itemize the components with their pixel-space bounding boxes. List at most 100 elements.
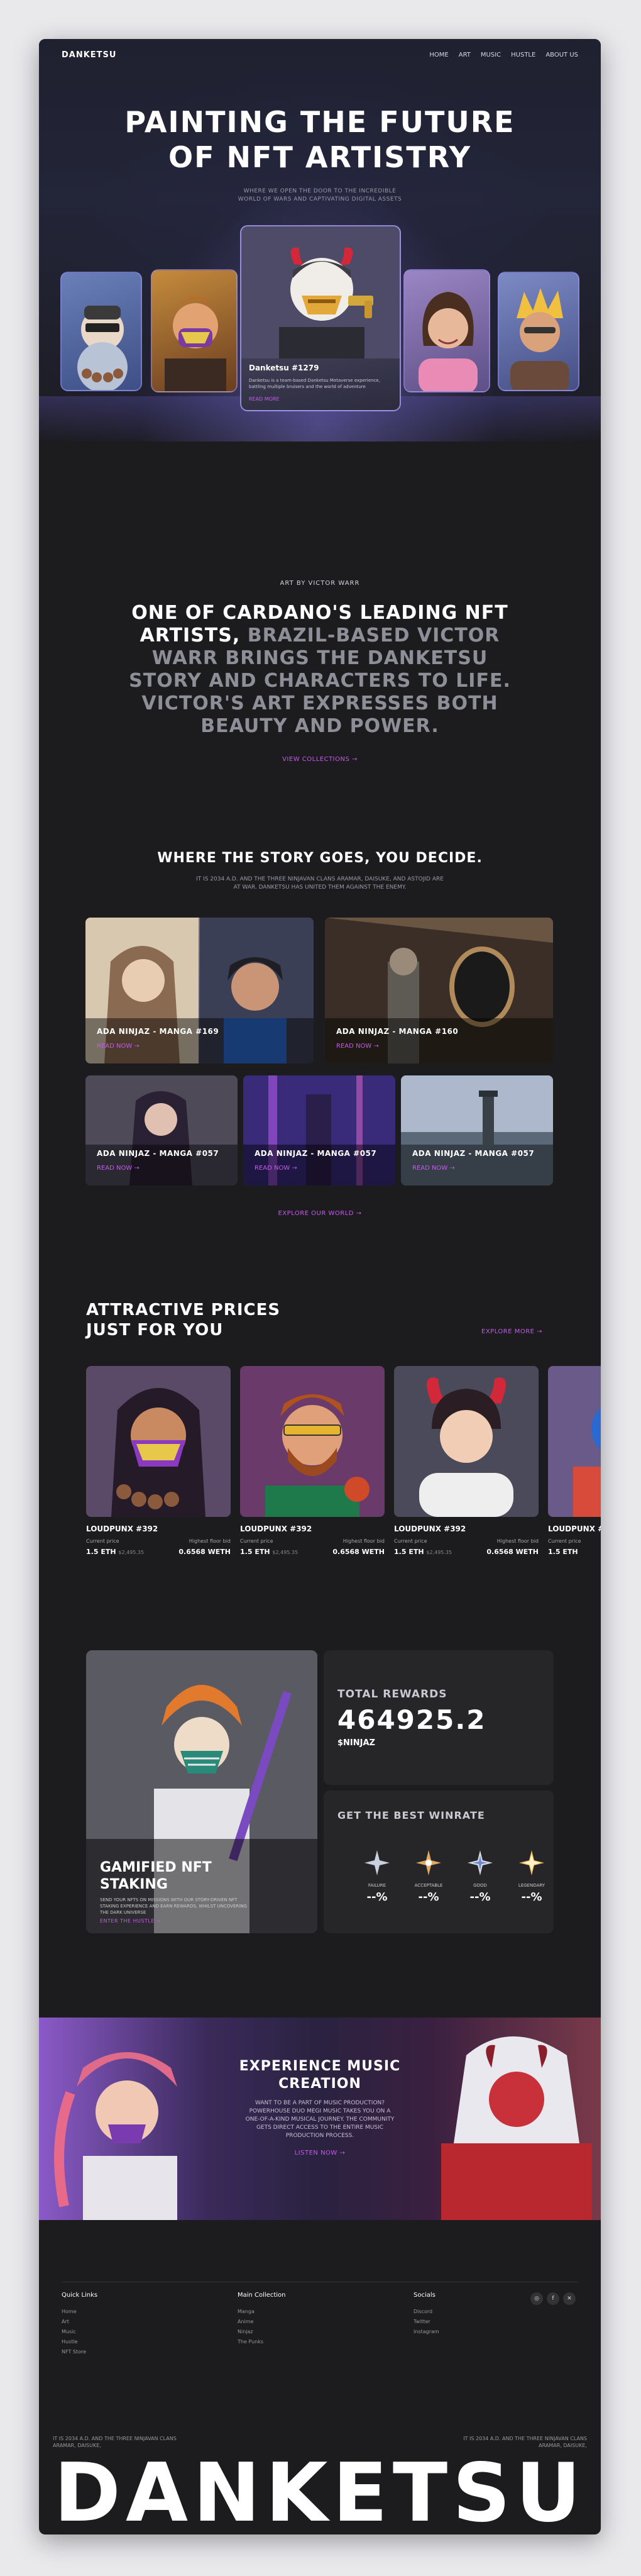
footer-heading: Main Collection xyxy=(238,2292,286,2299)
nft-image xyxy=(548,1366,601,1517)
current-price: 1.5 ETH xyxy=(394,1548,424,1556)
story-card-title: ADA NINJAZ - MANGA #057 xyxy=(255,1149,377,1158)
music-title: EXPERIENCE MUSIC CREATION xyxy=(39,2058,601,2093)
explore-more-link[interactable]: EXPLORE MORE → xyxy=(481,1328,542,1335)
twitter-icon[interactable]: ✕ xyxy=(563,2292,576,2305)
story-card-read-now[interactable]: READ NOW → xyxy=(97,1165,140,1172)
rank-name: ACCEPTABLE xyxy=(414,1883,443,1888)
manga-art xyxy=(85,918,314,1063)
top-nav: HOME ART MUSIC HUSTLE ABOUT US xyxy=(429,52,578,58)
hero-title-line2: OF NFT ARTISTRY xyxy=(168,140,472,174)
footer-link[interactable]: Ninjaz xyxy=(238,2329,286,2334)
star-icon xyxy=(519,1850,544,1875)
hero-card-5[interactable] xyxy=(498,272,579,391)
hero-card-featured[interactable]: Danketsu #1279 Danketsu is a team-based … xyxy=(240,225,401,411)
current-price-label: Current price xyxy=(86,1538,119,1544)
character-art xyxy=(165,297,226,391)
story-card-read-now[interactable]: READ NOW → xyxy=(336,1043,379,1050)
story-card-5[interactable]: ADA NINJAZ - MANGA #057 READ NOW → xyxy=(401,1075,553,1185)
instagram-icon[interactable]: ◎ xyxy=(530,2292,543,2305)
featured-desc: Danketsu is a team-based Danketsu Metave… xyxy=(249,378,380,389)
nft-title: LOUDPUNX #392 xyxy=(394,1524,466,1533)
nav-art[interactable]: ART xyxy=(459,52,471,58)
current-price-label: Current price xyxy=(394,1538,427,1544)
footer-link[interactable]: NFT Store xyxy=(62,2349,97,2355)
story-subtitle: IT IS 2034 A.D. AND THE THREE NINJAVAN C… xyxy=(39,875,601,892)
story-card-title: ADA NINJAZ - MANGA #057 xyxy=(412,1149,535,1158)
character-art xyxy=(265,1394,370,1517)
footer-heading: Socials xyxy=(414,2292,436,2299)
story-card-read-now[interactable]: READ NOW → xyxy=(97,1043,140,1050)
story-card-title: ADA NINJAZ - MANGA #169 xyxy=(97,1027,219,1036)
staking-title-line1: GAMIFIED NFT xyxy=(100,1860,212,1875)
story-card-3[interactable]: ADA NINJAZ - MANGA #057 READ NOW → xyxy=(85,1075,238,1185)
price-card-3[interactable]: LOUDPUNX #392 Current price Highest floor… xyxy=(394,1366,539,1556)
hero-subtitle-line1: WHERE WE OPEN THE DOOR TO THE INCREDIBLE xyxy=(243,188,397,194)
current-price-label: Current price xyxy=(240,1538,273,1544)
nav-home[interactable]: HOME xyxy=(429,52,448,58)
nft-title: LOUDPUNX #392 xyxy=(240,1524,312,1533)
listen-now-link[interactable]: LISTEN NOW → xyxy=(39,2150,601,2157)
explore-world-link[interactable]: EXPLORE OUR WORLD → xyxy=(39,1210,601,1217)
footer-link[interactable]: Art xyxy=(62,2319,97,2324)
floor-bid: 0.6568 WETH xyxy=(486,1548,539,1556)
character-art xyxy=(111,1388,205,1517)
nav-about-us[interactable]: ABOUT US xyxy=(545,52,578,58)
current-price: 1.5 ETH xyxy=(86,1548,116,1556)
star-icon xyxy=(468,1850,493,1875)
star-icon xyxy=(364,1850,390,1875)
floor-bid-label: Highest floor bid xyxy=(342,1538,385,1544)
story-card-4[interactable]: ADA NINJAZ - MANGA #057 READ NOW → xyxy=(243,1075,395,1185)
footer-link[interactable]: Discord xyxy=(414,2309,439,2314)
story-card-read-now[interactable]: READ NOW → xyxy=(255,1165,297,1172)
prices-title-line2: JUST FOR YOU xyxy=(86,1321,224,1340)
featured-read-more[interactable]: READ MORE xyxy=(249,396,280,402)
footer-link[interactable]: Home xyxy=(62,2309,97,2314)
music-title-line1: EXPERIENCE MUSIC xyxy=(239,2058,401,2074)
hero-card-1[interactable] xyxy=(60,272,142,391)
nav-hustle[interactable]: HUSTLE xyxy=(511,52,535,58)
story-card-title: ADA NINJAZ - MANGA #160 xyxy=(336,1027,459,1036)
price-card-4[interactable]: LOUDPUNX # Current price 1.5 ETH xyxy=(548,1366,601,1556)
story-title: WHERE THE STORY GOES, YOU DECIDE. xyxy=(157,850,483,866)
story-subtitle-line2: AT WAR. DANKETSU HAS UNITED THEM AGAINST… xyxy=(233,884,407,891)
legal-line: IT IS 2034 A.D. AND THE THREE NINJAVAN C… xyxy=(463,2436,587,2441)
music-art-right xyxy=(441,2036,592,2220)
nft-image xyxy=(394,1366,539,1517)
character-art xyxy=(419,292,478,391)
music-desc: WANT TO BE A PART OF MUSIC PRODUCTION? P… xyxy=(245,2100,395,2139)
hero-card-2[interactable] xyxy=(151,269,238,392)
floor-bid: 0.6568 WETH xyxy=(332,1548,385,1556)
footer-main-collection: Main Collection Manga Anime Ninjaz The P… xyxy=(238,2292,286,2349)
staking-card[interactable]: GAMIFIED NFT STAKING SEND YOUR NFTS ON M… xyxy=(86,1650,317,1933)
story-card-read-now[interactable]: READ NOW → xyxy=(412,1165,455,1172)
staking-desc: SEND YOUR NFTS ON MISSIONS WITH OUR STOR… xyxy=(100,1897,247,1915)
legal-line: IT IS 2034 A.D. AND THE THREE NINJAVAN C… xyxy=(53,2436,177,2441)
hero-card-4[interactable] xyxy=(403,269,490,392)
footer-link[interactable]: Anime xyxy=(238,2319,286,2324)
footer-link[interactable]: Music xyxy=(62,2329,97,2334)
nav-logo[interactable]: DANKETSU xyxy=(62,50,116,60)
enter-hustle-link[interactable]: ENTER THE HUSTLE → xyxy=(100,1918,161,1924)
price-values: 1.5 ETH $2,495.35 0.6568 WETH xyxy=(240,1548,385,1556)
price-card-2[interactable]: LOUDPUNX #392 Current price Highest floor… xyxy=(240,1366,385,1556)
current-price: 1.5 ETH xyxy=(240,1548,270,1556)
footer-link[interactable]: Manga xyxy=(238,2309,286,2314)
footer-link[interactable]: Instagram xyxy=(414,2329,439,2334)
footer-link[interactable]: The Punks xyxy=(238,2339,286,2345)
story-card-1[interactable]: ADA NINJAZ - MANGA #169 READ NOW → xyxy=(85,918,314,1063)
facebook-icon[interactable]: f xyxy=(547,2292,559,2305)
price-labels: Current price Highest floor bid xyxy=(394,1538,539,1544)
current-price: 1.5 ETH xyxy=(548,1548,578,1556)
footer-heading: Quick Links xyxy=(62,2292,98,2299)
hero-title-line1: PAINTING THE FUTURE xyxy=(124,105,515,139)
footer-link[interactable]: Hustle xyxy=(62,2339,97,2345)
view-collections-link[interactable]: VIEW COLLECTIONS → xyxy=(39,756,601,763)
nav-music[interactable]: MUSIC xyxy=(481,52,501,58)
nft-image xyxy=(86,1366,231,1517)
story-card-2[interactable]: ADA NINJAZ - MANGA #160 READ NOW → xyxy=(325,918,553,1063)
footer-link[interactable]: Twitter xyxy=(414,2319,439,2324)
price-labels: Current price xyxy=(548,1538,601,1544)
price-card-1[interactable]: LOUDPUNX #392 Current price Highest floor… xyxy=(86,1366,231,1556)
nft-title: LOUDPUNX # xyxy=(548,1524,601,1533)
